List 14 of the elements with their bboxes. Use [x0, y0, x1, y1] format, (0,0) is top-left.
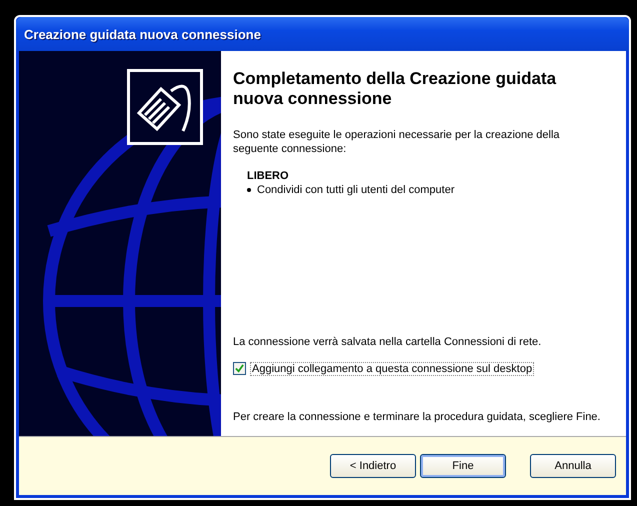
- window-title: Creazione guidata nuova connessione: [24, 26, 261, 42]
- wizard-button[interactable]: < Indietro: [330, 454, 416, 478]
- connection-name: LIBERO: [247, 170, 290, 182]
- bullet-icon: [247, 188, 251, 192]
- checkbox-label[interactable]: Aggiungi collegamento a questa connessione sul desktop: [250, 362, 534, 376]
- connection-detail: Condividi con tutti gli utenti del computer: [257, 184, 454, 196]
- phone-icon: [127, 69, 203, 145]
- save-note: La connessione verrà salvata nella cartella Connessioni di rete.: [233, 335, 542, 350]
- intro-text: Sono state eseguite le operazioni necessarie per la creazione della seguente connessione:: [233, 128, 561, 156]
- checkbox[interactable]: [233, 362, 246, 376]
- wizard-heading: Completamento della Creazione guidata nuova connessione: [233, 69, 558, 110]
- wizard-button[interactable]: Annulla: [530, 454, 616, 478]
- wizard-button[interactable]: Fine: [420, 454, 506, 478]
- finish-note: Per creare la connessione e terminare la procedura guidata, scegliere Fine.: [233, 410, 602, 424]
